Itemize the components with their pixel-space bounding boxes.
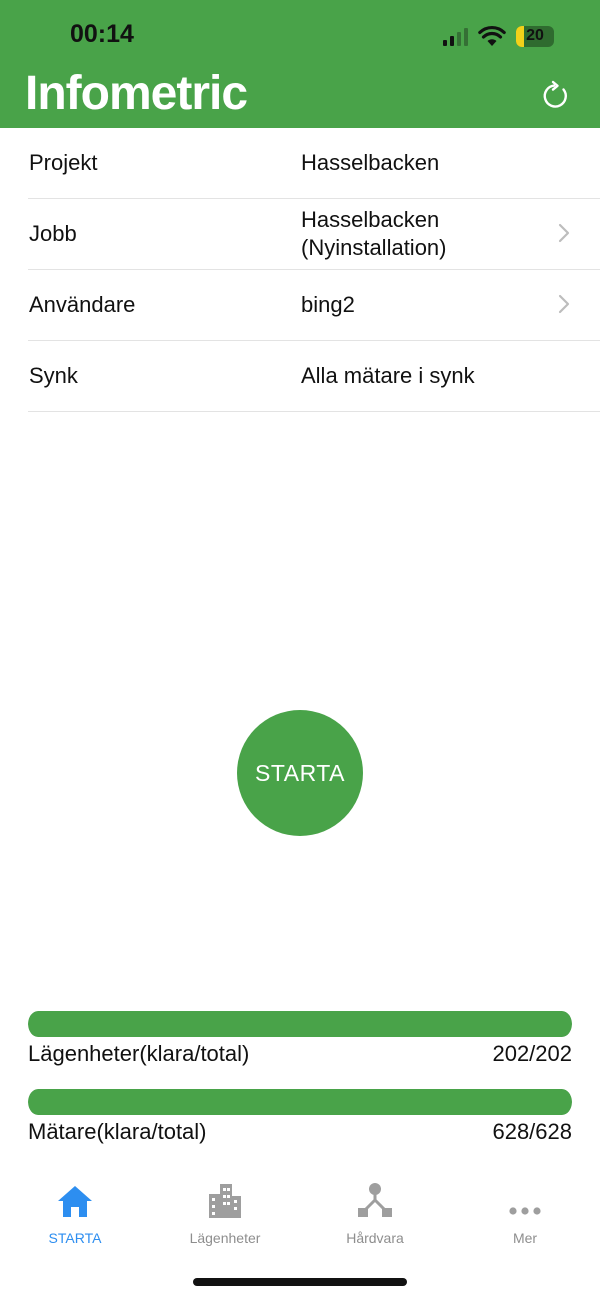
row-value: Hasselbacken [301, 150, 440, 175]
row-value: bing2 [301, 292, 355, 317]
tab-label: Hårdvara [346, 1230, 404, 1246]
progress-fill [28, 1011, 572, 1037]
more-icon [507, 1180, 543, 1218]
wifi-icon [478, 25, 506, 47]
status-icons: 20 [443, 22, 554, 50]
chevron-right-icon [558, 294, 570, 314]
status-time: 00:14 [70, 20, 134, 48]
battery-icon: 20 [516, 25, 554, 47]
chevron-right-icon [558, 223, 570, 243]
row-label: Projekt [29, 150, 98, 175]
building-icon [207, 1180, 243, 1218]
progress-value: 202/202 [492, 1041, 572, 1066]
home-icon [56, 1180, 94, 1218]
tab-starta[interactable]: STARTA [0, 1180, 150, 1250]
row-label: Jobb [29, 221, 77, 246]
row-value-line1: Hasselbacken [301, 207, 440, 232]
info-row-anvandare[interactable]: Användare bing2 [28, 270, 600, 341]
row-value: Alla mätare i synk [301, 363, 475, 388]
progress-bar [28, 1089, 572, 1115]
progress-label: Mätare(klara/total) [28, 1119, 207, 1144]
tab-mer[interactable]: Mer [450, 1180, 600, 1250]
tab-bar: STARTA Lägenheter Hårdvara Mer [0, 1180, 600, 1260]
info-row-projekt: Projekt Hasselbacken [28, 128, 600, 199]
progress-fill [28, 1089, 572, 1115]
info-list: Projekt Hasselbacken Jobb Hasselbacken (… [28, 128, 600, 412]
apartments-progress: Lägenheter(klara/total) 202/202 [28, 1011, 572, 1067]
progress-value: 628/628 [492, 1119, 572, 1144]
app-title: Infometric [25, 67, 248, 120]
refresh-icon[interactable] [540, 80, 572, 112]
row-value: Hasselbacken (Nyinstallation) [301, 206, 447, 262]
tab-lagenheter[interactable]: Lägenheter [150, 1180, 300, 1250]
meters-progress: Mätare(klara/total) 628/628 [28, 1089, 572, 1145]
tab-hardvara[interactable]: Hårdvara [300, 1180, 450, 1250]
tab-label: STARTA [48, 1230, 102, 1246]
network-icon [357, 1180, 393, 1218]
tab-label: Mer [512, 1230, 538, 1246]
row-label: Användare [29, 292, 136, 317]
cellular-signal-icon [443, 26, 468, 46]
home-indicator [193, 1278, 407, 1286]
row-label: Synk [29, 363, 78, 388]
tab-label: Lägenheter [189, 1230, 261, 1246]
info-row-jobb[interactable]: Jobb Hasselbacken (Nyinstallation) [28, 199, 600, 270]
progress-bar [28, 1011, 572, 1037]
start-button[interactable]: STARTA [237, 710, 363, 836]
progress-label: Lägenheter(klara/total) [28, 1041, 250, 1066]
row-value-line2: (Nyinstallation) [301, 235, 447, 260]
battery-level: 20 [526, 27, 544, 44]
info-row-synk: Synk Alla mätare i synk [28, 341, 600, 412]
app-header: 00:14 20 Infometric [0, 0, 600, 128]
